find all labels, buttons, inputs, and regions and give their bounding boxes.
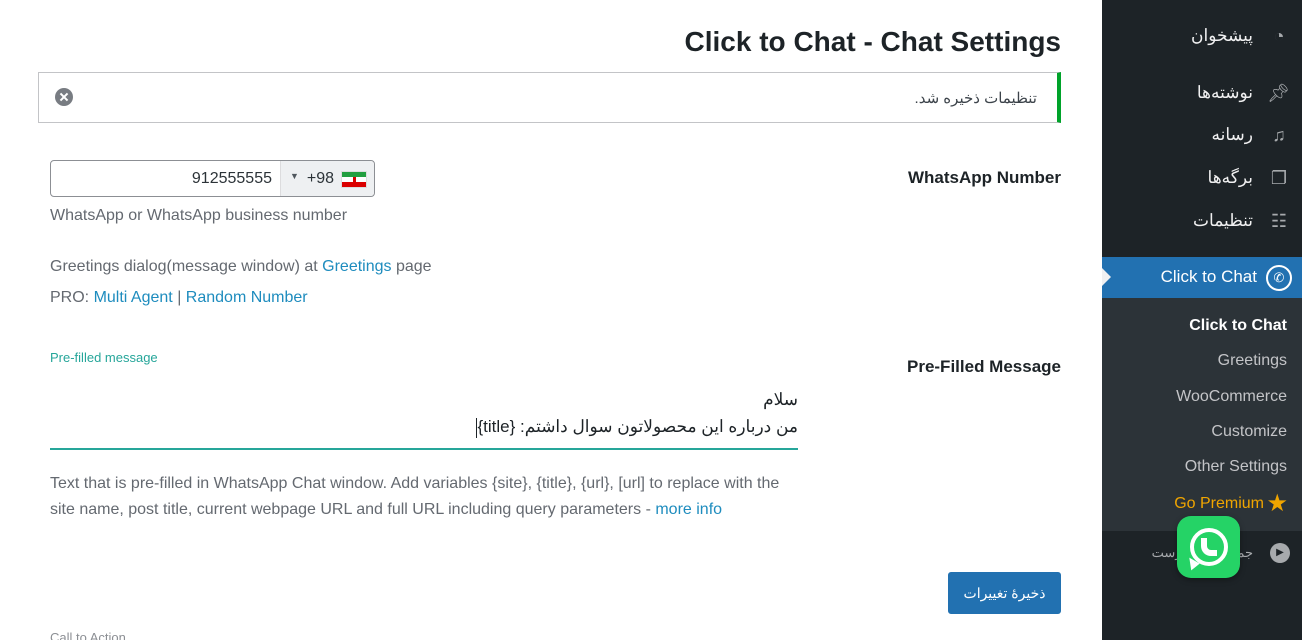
- greetings-suffix: page: [395, 258, 432, 275]
- sidebar-item-click-to-chat[interactable]: ✆ Click to Chat: [1102, 257, 1302, 298]
- sidebar-item-pages[interactable]: ❐ برگه‌ها: [1102, 158, 1302, 198]
- message-line-2: من درباره این محصولاتون سوال داشتم: {tit…: [50, 413, 798, 440]
- greetings-prefix: Greetings dialog(message window) at: [50, 258, 318, 275]
- sidebar-item-label: تنظیمات: [1193, 211, 1253, 230]
- star-icon: ★: [1266, 490, 1288, 517]
- save-changes-button[interactable]: ذخیرهٔ تغییرات: [948, 572, 1061, 614]
- notice-text: تنظیمات ذخیره شد.: [914, 90, 1037, 107]
- whatsapp-number-description: WhatsApp or WhatsApp business number: [50, 207, 348, 224]
- message-line-2-text: من درباره این محصولاتون سوال داشتم: {tit…: [477, 417, 798, 436]
- whatsapp-number-label: WhatsApp Number: [908, 168, 1061, 187]
- submenu-customize[interactable]: Customize: [1211, 423, 1287, 441]
- dashboard-icon: ◔: [1273, 26, 1285, 46]
- settings-icon: ☷: [1270, 211, 1288, 231]
- phone-number-input[interactable]: [51, 161, 280, 196]
- sidebar-item-label: رسانه: [1211, 125, 1253, 144]
- phone-field: +98 ▼: [50, 160, 375, 197]
- submenu-click-to-chat[interactable]: Click to Chat: [1189, 317, 1287, 335]
- pro-prefix: PRO:: [50, 289, 90, 306]
- country-code-select[interactable]: +98 ▼: [280, 161, 374, 196]
- prefilled-message-label: Pre-Filled Message: [906, 357, 1061, 376]
- sidebar-item-media[interactable]: ♫ رسانه: [1102, 115, 1302, 155]
- submenu-other-settings[interactable]: Other Settings: [1185, 458, 1287, 476]
- country-code: +98: [306, 170, 334, 187]
- sidebar-item-label: Click to Chat: [1160, 267, 1257, 286]
- pro-line: PRO: Multi Agent | Random Number: [50, 289, 308, 307]
- prefilled-message-textarea[interactable]: سلام من درباره این محصولاتون سوال داشتم:…: [50, 380, 798, 450]
- whatsapp-floating-button-icon[interactable]: [1177, 516, 1240, 578]
- pages-icon: ❐: [1270, 168, 1288, 188]
- sidebar-item-dashboard[interactable]: ◔ پیشخوان: [1102, 16, 1302, 56]
- sidebar-item-posts[interactable]: 📌︎ نوشته‌ها: [1102, 73, 1302, 113]
- pro-separator: |: [177, 289, 182, 306]
- media-icon: ♫: [1272, 125, 1286, 145]
- main-content: Click to Chat - Chat Settings تنظیمات ذخ…: [0, 0, 1102, 640]
- iran-flag-icon: [341, 171, 367, 188]
- random-number-link[interactable]: Random Number: [186, 289, 308, 306]
- success-notice: تنظیمات ذخیره شد.: [38, 72, 1061, 123]
- prefilled-field-label: Pre-filled message: [50, 350, 158, 365]
- dismiss-icon[interactable]: [55, 88, 73, 106]
- dropdown-arrow-icon: ▼: [290, 171, 299, 181]
- call-to-action-label: Call to Action: [50, 630, 126, 640]
- sidebar-item-label: پیشخوان: [1191, 26, 1253, 45]
- sidebar-item-settings[interactable]: ☷ تنظیمات: [1102, 201, 1302, 241]
- whatsapp-icon: ✆: [1266, 265, 1292, 291]
- sidebar-item-label: نوشته‌ها: [1196, 83, 1253, 102]
- click-to-chat-submenu: Click to Chat Greetings WooCommerce Cust…: [1102, 298, 1302, 531]
- multi-agent-link[interactable]: Multi Agent: [94, 289, 173, 306]
- sidebar-item-label: برگه‌ها: [1207, 168, 1253, 187]
- prefilled-description: Text that is pre-filled in WhatsApp Chat…: [50, 471, 800, 523]
- greetings-line: Greetings dialog(message window) at Gree…: [50, 258, 432, 276]
- collapse-icon: ▶: [1270, 543, 1290, 563]
- more-info-link[interactable]: more info: [655, 501, 722, 518]
- greetings-link[interactable]: Greetings: [322, 258, 391, 275]
- submenu-go-premium[interactable]: Go Premium: [1174, 495, 1264, 513]
- pin-icon: 📌︎: [1267, 83, 1290, 103]
- submenu-woocommerce[interactable]: WooCommerce: [1176, 388, 1287, 406]
- page-title: Click to Chat - Chat Settings: [684, 26, 1061, 57]
- submenu-greetings[interactable]: Greetings: [1218, 352, 1287, 370]
- message-line-1: سلام: [763, 390, 798, 409]
